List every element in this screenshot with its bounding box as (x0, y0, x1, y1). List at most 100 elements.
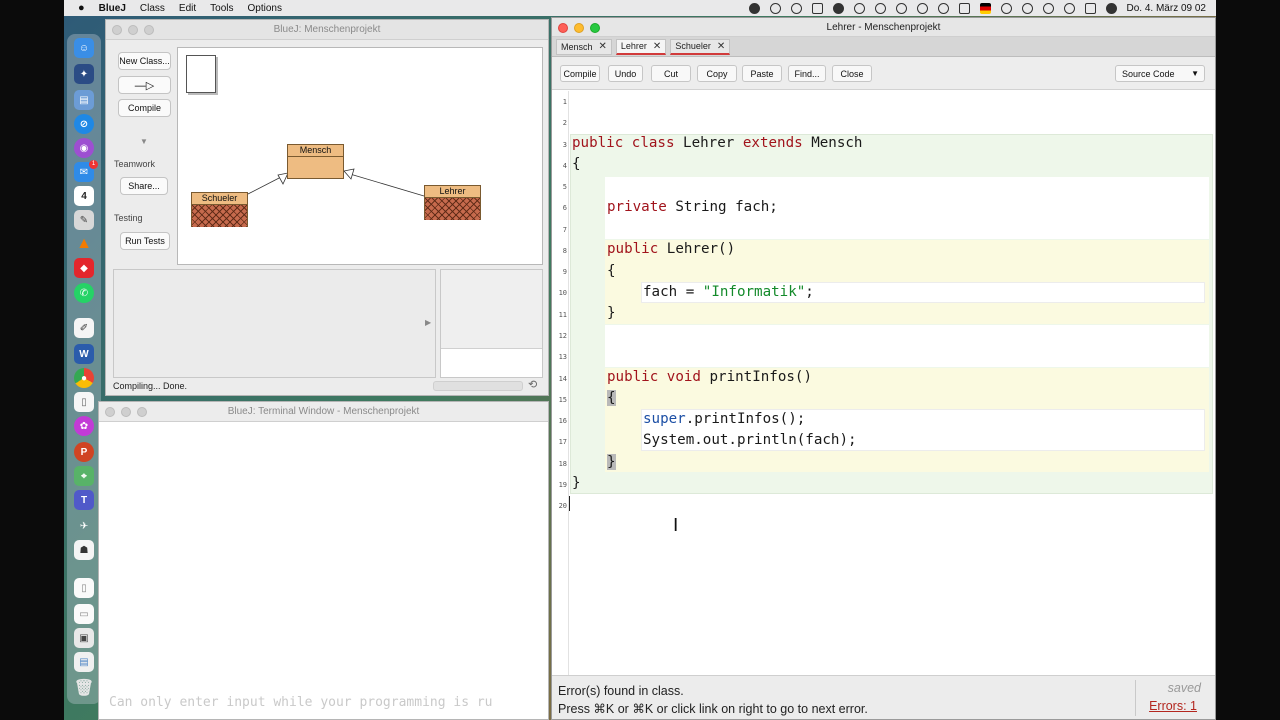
menu-class[interactable]: Class (140, 3, 165, 14)
code-line-11[interactable]: } (607, 305, 616, 322)
trash-icon[interactable]: 🗑 (74, 678, 94, 698)
code-line-15[interactable]: { (607, 390, 616, 407)
code-line-8[interactable]: public Lehrer() (607, 241, 735, 258)
textedit-icon[interactable]: ▯ (74, 392, 94, 412)
menu-tools[interactable]: Tools (210, 3, 233, 14)
chat-icon[interactable] (874, 2, 886, 14)
reset-vm-icon[interactable]: ⟲ (528, 378, 537, 391)
tab-schueler[interactable]: Schueler ✕ (670, 38, 731, 55)
chrome-icon[interactable]: ● (74, 368, 94, 388)
close-button[interactable] (105, 407, 115, 417)
menu-options[interactable]: Options (248, 3, 282, 14)
paste-button[interactable]: Paste (742, 65, 782, 82)
maps-icon[interactable]: ⌖ (74, 466, 94, 486)
vlc-icon[interactable]: ▲ (74, 234, 94, 254)
find-button[interactable]: Find... (788, 65, 826, 82)
flower-icon[interactable]: ✿ (74, 416, 94, 436)
share-button[interactable]: Share... (120, 177, 168, 195)
view-select[interactable]: Source Code ▼ (1115, 65, 1205, 82)
app-menu[interactable]: BlueJ (99, 3, 126, 14)
compile-button[interactable]: Compile (118, 99, 171, 117)
expand-arrow-icon[interactable]: ▶ (425, 318, 431, 327)
word-icon[interactable]: W (74, 344, 94, 364)
close-button[interactable] (112, 25, 122, 35)
tab-lehrer[interactable]: Lehrer ✕ (615, 38, 667, 55)
anydesk-icon[interactable]: ◆ (74, 258, 94, 278)
battery-icon[interactable] (958, 2, 970, 14)
code-line-3[interactable]: public class Lehrer extends Mensch (572, 135, 862, 152)
pages-icon[interactable]: ✐ (74, 318, 94, 338)
collapse-icon[interactable]: ▼ (140, 137, 148, 146)
bluej-projects-icon[interactable]: ☗ (74, 540, 94, 560)
run-tests-button[interactable]: Run Tests (120, 232, 170, 250)
bluetooth-icon[interactable] (937, 2, 949, 14)
undo-button[interactable]: Undo (608, 65, 643, 82)
new-class-button[interactable]: New Class... (118, 52, 171, 70)
dropbox-icon[interactable] (811, 2, 823, 14)
finder-icon[interactable]: ☺ (74, 38, 94, 58)
upload-icon[interactable] (832, 2, 844, 14)
new-arrow-button[interactable]: —▷ (118, 76, 171, 94)
german-flag-icon[interactable] (979, 2, 991, 14)
zoom-button[interactable] (137, 407, 147, 417)
zoom-button[interactable] (144, 25, 154, 35)
menu-edit[interactable]: Edit (179, 3, 196, 14)
code-line-18[interactable]: } (607, 454, 616, 471)
code-line-16[interactable]: super.printInfos(); (643, 411, 805, 428)
code-line-9[interactable]: { (607, 263, 616, 280)
minimize-button[interactable] (128, 25, 138, 35)
copy-button[interactable]: Copy (697, 65, 737, 82)
cc-icon[interactable] (853, 2, 865, 14)
compile-button[interactable]: Compile (560, 65, 600, 82)
powerpoint-icon[interactable]: P (74, 442, 94, 462)
user-icon[interactable] (1021, 2, 1033, 14)
code-line-6[interactable]: private String fach; (607, 199, 778, 216)
script-editor-icon[interactable]: ✎ (74, 210, 94, 230)
terminal-output[interactable] (99, 422, 548, 692)
teams-icon[interactable]: T (74, 490, 94, 510)
globe-icon[interactable] (769, 2, 781, 14)
class-lehrer[interactable]: Lehrer (424, 185, 481, 220)
codepad-input[interactable] (441, 348, 542, 377)
class-mensch[interactable]: Mensch (287, 144, 344, 179)
document-icon[interactable]: ▭ (74, 604, 94, 624)
image-icon[interactable]: ▣ (74, 628, 94, 648)
calendar-icon[interactable]: 4 (74, 186, 94, 206)
close-tab-icon[interactable]: ✕ (653, 41, 661, 52)
class-schueler[interactable]: Schueler (191, 192, 248, 227)
apple-menu-icon[interactable]: ● (78, 2, 85, 14)
folder-icon[interactable]: ▤ (74, 652, 94, 672)
zoom-button[interactable] (590, 23, 600, 33)
close-button[interactable] (558, 23, 568, 33)
document-icon[interactable]: ▯ (74, 578, 94, 598)
time-machine-icon[interactable] (1063, 2, 1075, 14)
cut-button[interactable]: Cut (651, 65, 691, 82)
code-line-17[interactable]: System.out.println(fach); (643, 432, 857, 449)
close-tab-icon[interactable]: ✕ (717, 41, 725, 52)
podcasts-icon[interactable]: ◉ (74, 138, 94, 158)
close-tab-icon[interactable]: ✕ (599, 41, 607, 52)
close-button[interactable]: Close (832, 65, 872, 82)
minimize-button[interactable] (121, 407, 131, 417)
record-icon[interactable] (748, 2, 760, 14)
safari-icon[interactable]: ⊘ (74, 114, 94, 134)
object-bench[interactable]: ▶ (113, 269, 436, 378)
minimize-button[interactable] (574, 23, 584, 33)
codepad[interactable] (440, 269, 543, 378)
launchpad-icon[interactable]: ✦ (74, 64, 94, 84)
code-line-4[interactable]: { (572, 156, 581, 173)
code-line-14[interactable]: public void printInfos() (607, 369, 812, 386)
clock[interactable]: Do. 4. März 09 02 (1127, 3, 1206, 14)
search-icon[interactable] (1042, 2, 1054, 14)
code-area[interactable]: 1 2 3 4 5 6 7 8 9 10 11 12 13 14 15 16 17 18 19 20 public c… (552, 91, 1215, 675)
wifi-icon[interactable] (1000, 2, 1012, 14)
code-line-19[interactable]: } (572, 475, 581, 492)
whatsapp-icon[interactable]: ✆ (74, 283, 94, 303)
siri-icon[interactable] (1105, 2, 1117, 14)
class-diagram[interactable]: Mensch Schueler Lehrer (177, 47, 543, 265)
terminal-input[interactable]: Can only enter input while your programm… (109, 695, 493, 710)
tab-mensch[interactable]: Mensch ✕ (556, 38, 612, 55)
bluej-icon[interactable]: ✈ (74, 516, 94, 536)
preview-icon[interactable]: ▤ (74, 90, 94, 110)
cloud-icon[interactable] (790, 2, 802, 14)
